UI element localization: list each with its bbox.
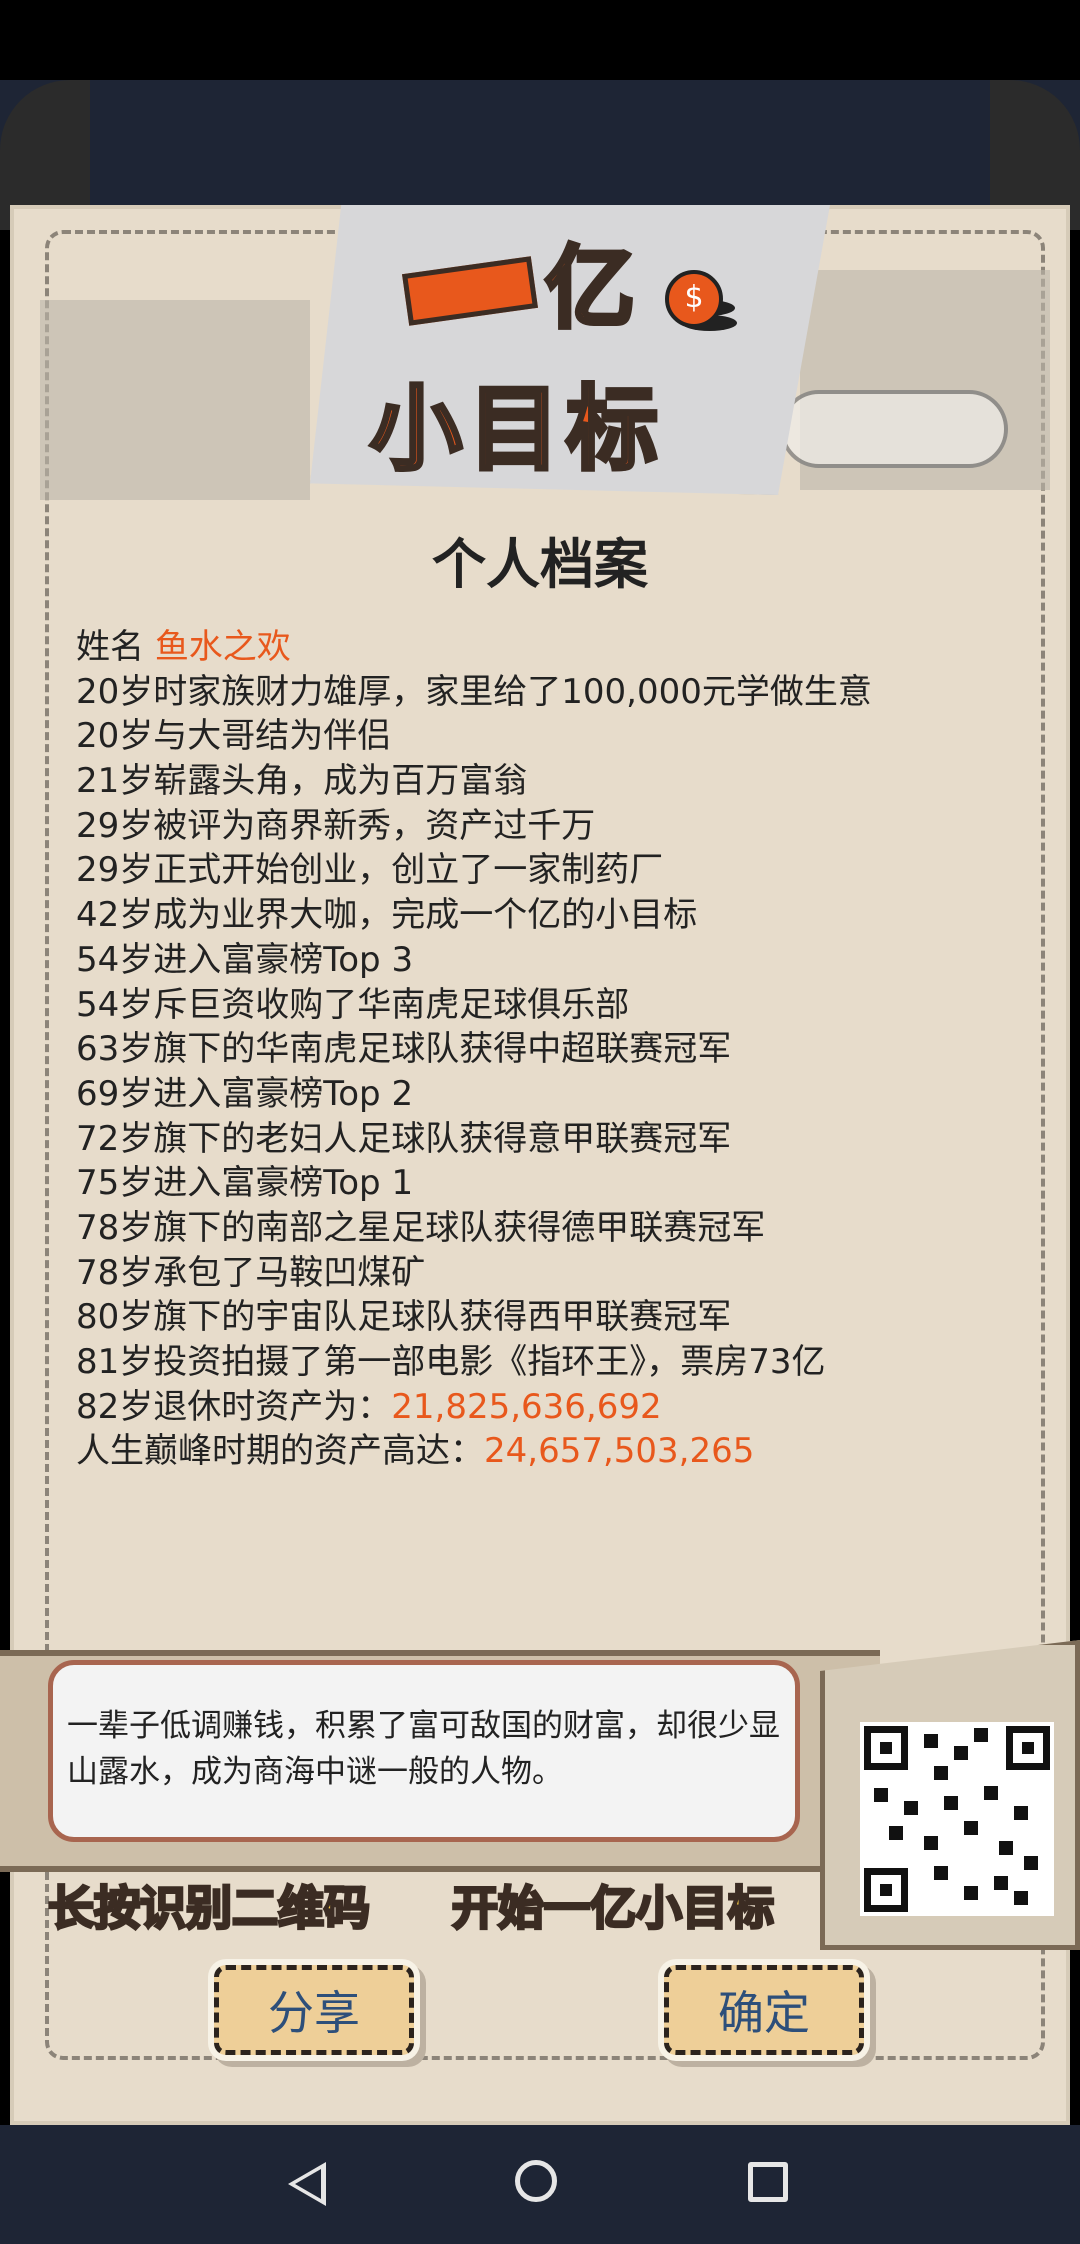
qr-finder [1006,1726,1050,1770]
list-item: 42岁成为业界大咖，完成一个亿的小目标 [76,895,698,936]
list-item: 78岁承包了马鞍凹煤矿 [76,1252,426,1293]
qr-module [934,1766,948,1780]
qr-finder [864,1726,908,1770]
list-item: 81岁投资拍摄了第一部电影《指环王》，票房73亿 [76,1342,826,1382]
qr-finder [864,1868,908,1912]
summary-text: 一辈子低调赚钱，积累了富可敌国的财富，却很少显山露水，成为商海中谜一般的人物。 [67,1708,780,1790]
qr-module [984,1786,998,1800]
name-label: 姓名 [76,627,144,667]
qr-module [954,1746,968,1760]
list-item: 29岁正式开始创业，创立了一家制药厂 [76,850,664,891]
qr-module [1014,1806,1028,1820]
back-icon[interactable] [288,2162,326,2206]
qr-module [944,1796,958,1810]
qr-module [924,1734,938,1748]
list-item: 29岁被评为商界新秀，资产过千万 [76,805,596,846]
list-item: 80岁旗下的宇宙队足球队获得西甲联赛冠军 [76,1297,732,1338]
retire-assets-label: 82岁退休时资产为： [76,1386,392,1427]
coin-icon: $ [665,270,723,328]
qr-module [974,1728,988,1742]
recent-apps-icon[interactable] [748,2162,788,2202]
share-button[interactable]: 分享 [214,1965,414,2055]
qr-module [934,1866,948,1880]
profile-list: 姓名 鱼水之欢 20岁时家族财力雄厚，家里给了100,000元学做生意 20岁与… [76,625,872,1474]
list-item: 72岁旗下的老妇人足球队获得意甲联赛冠军 [76,1118,732,1159]
list-item: 20岁时家族财力雄厚，家里给了100,000元学做生意 [76,671,872,712]
qr-module [994,1876,1008,1890]
qr-module [964,1821,978,1835]
city-skyline-left [40,300,310,500]
peak-assets-label: 人生巅峰时期的资产高达： [76,1431,484,1472]
qr-module [999,1841,1013,1855]
list-item: 54岁进入富豪榜Top 3 [76,939,414,980]
name-row: 姓名 鱼水之欢 [76,625,872,670]
cta-scan-qr: 长按识别二维码 [47,1880,372,1937]
page-title: 个人档案 [432,533,648,596]
summary-box: 一辈子低调赚钱，积累了富可敌国的财富，却很少显山露水，成为商海中谜一般的人物。 [48,1660,800,1842]
retire-assets-row: 82岁退休时资产为：21,825,636,692 [76,1385,872,1430]
logo-title: 小目标 [368,374,665,485]
cta-start-game: 开始一亿小目标 [451,1880,776,1937]
list-item: 69岁进入富豪榜Top 2 [76,1073,414,1114]
logo-yi: 亿 [543,234,637,343]
peak-assets-value: 24,657,503,265 [484,1431,755,1472]
peak-assets-row: 人生巅峰时期的资产高达：24,657,503,265 [76,1429,872,1474]
qr-module [1024,1856,1038,1870]
list-item: 63岁旗下的华南虎足球队获得中超联赛冠军 [76,1029,732,1070]
list-item: 78岁旗下的南部之星足球队获得德甲联赛冠军 [76,1207,766,1248]
qr-code[interactable] [860,1722,1054,1916]
airplane-illustration [780,390,1008,468]
top-frame [0,80,1080,210]
qr-module [924,1836,938,1850]
list-item: 54岁斥巨资收购了华南虎足球俱乐部 [76,984,630,1025]
qr-module [889,1826,903,1840]
qr-module [964,1886,978,1900]
qr-module [1014,1891,1028,1905]
list-item: 21岁崭露头角，成为百万富翁 [76,761,528,802]
list-item: 20岁与大哥结为伴侣 [76,716,392,757]
list-item: 75岁进入富豪榜Top 1 [76,1163,414,1204]
retire-assets-value: 21,825,636,692 [391,1386,662,1427]
name-value: 鱼水之欢 [154,627,291,667]
qr-module [874,1788,888,1802]
qr-module [904,1801,918,1815]
confirm-button[interactable]: 确定 [664,1965,864,2055]
home-icon[interactable] [515,2160,557,2202]
